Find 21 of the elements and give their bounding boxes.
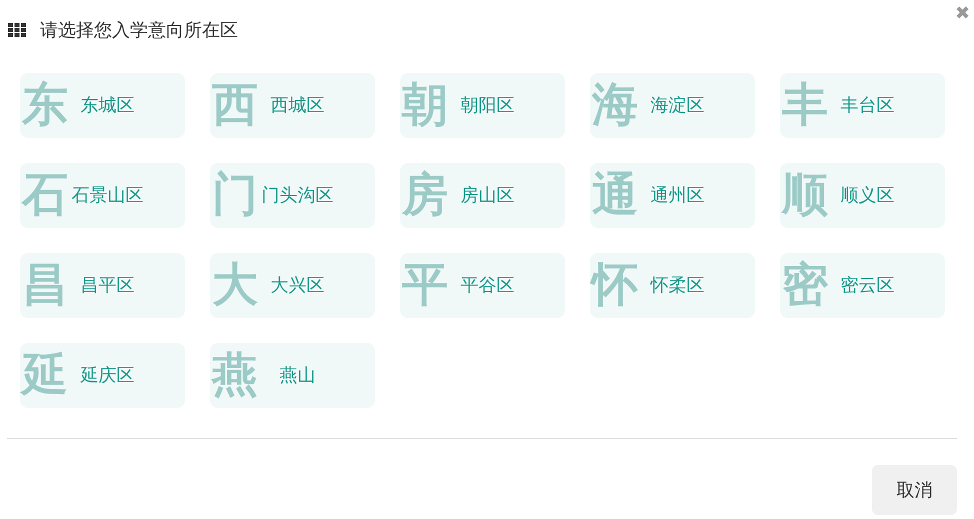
initial-glyph: 石 — [22, 171, 68, 217]
initial-glyph: 东 — [22, 81, 68, 127]
close-button[interactable]: ✖ — [955, 4, 970, 22]
initial-glyph: 大 — [212, 261, 258, 307]
initial-glyph: 燕 — [212, 351, 258, 397]
initial-glyph: 西 — [212, 81, 258, 127]
initial-glyph: 平 — [402, 261, 448, 307]
initial-glyph: 怀 — [592, 261, 638, 307]
initial-glyph: 密 — [782, 261, 828, 307]
initial-glyph: 顺 — [782, 171, 828, 217]
initial-glyph: 通 — [592, 171, 638, 217]
initial-glyph: 延 — [22, 351, 68, 397]
initial-glyph: 房 — [402, 171, 448, 217]
initial-glyph: 丰 — [782, 81, 828, 127]
initial-glyph: 朝 — [402, 81, 448, 127]
initial-glyph: 门 — [212, 171, 258, 217]
cancel-button[interactable]: 取消 — [872, 465, 957, 515]
dialog-title: 请选择您入学意向所在区 — [40, 18, 238, 42]
initial-glyph: 海 — [592, 81, 638, 127]
initial-glyph: 昌 — [22, 261, 68, 307]
grid-icon — [8, 23, 26, 37]
